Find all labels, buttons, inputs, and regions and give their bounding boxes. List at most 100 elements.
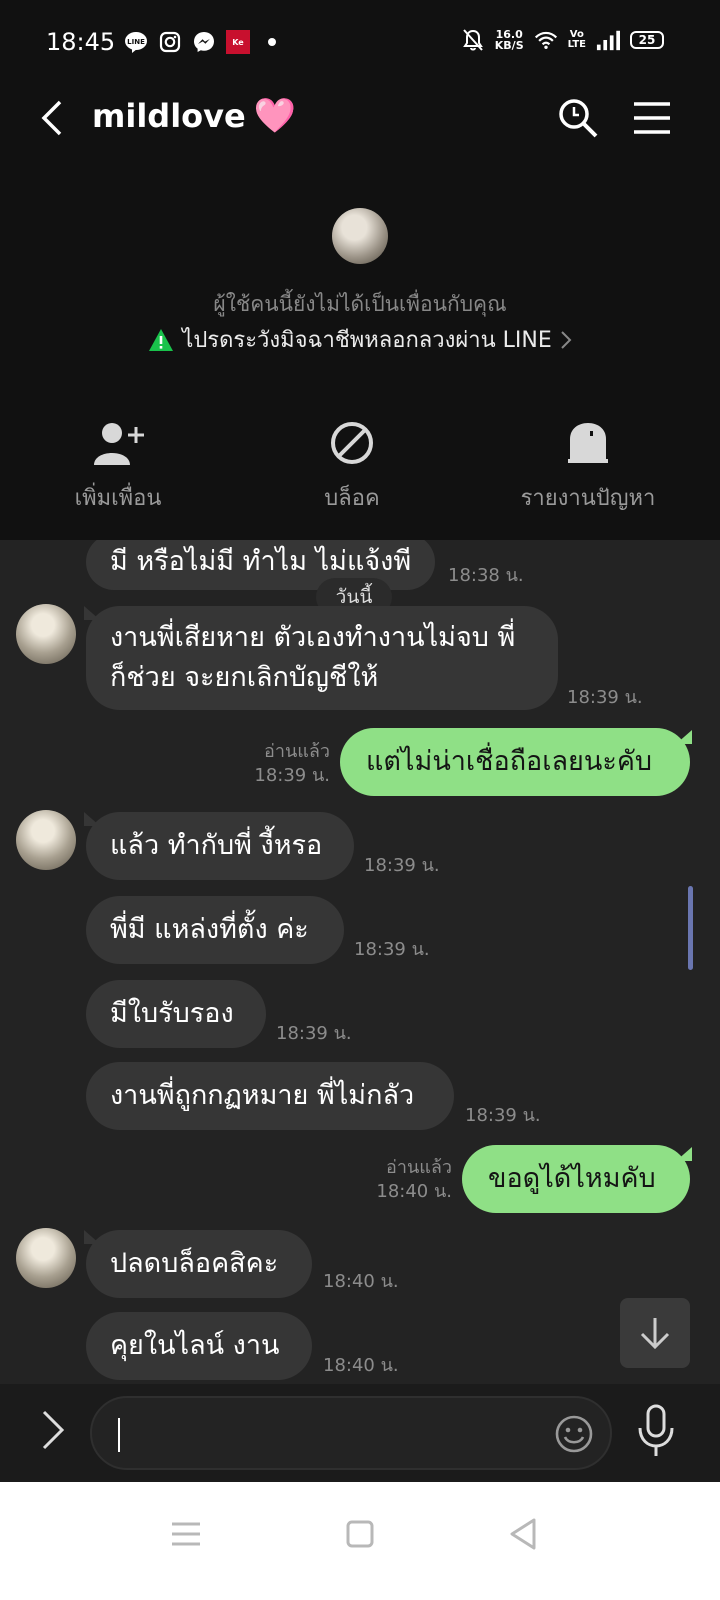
chevron-left-icon: [41, 100, 62, 136]
message-bubble-outgoing[interactable]: ขอดูได้ไหมคับ: [462, 1145, 690, 1213]
scroll-to-bottom-button[interactable]: [620, 1298, 690, 1368]
volte-bottom: LTE: [567, 39, 586, 50]
microphone-icon: [638, 1404, 674, 1456]
report-label: รายงานปัญหา: [520, 486, 656, 511]
not-friend-notice: ผู้ใช้คนนี้ยังไม่ได้เป็นเพื่อนกับคุณ: [213, 292, 507, 316]
message-time: 18:40 น.: [376, 1181, 452, 1202]
chat-title-text: mildlove: [92, 97, 246, 135]
message-bubble-incoming[interactable]: งานพี่เสียหาย ตัวเองทำงานไม่จบ พี่ ก็ช่ว…: [86, 606, 558, 710]
message-bubble-incoming[interactable]: แล้ว ทำกับพี่ งี้หรอ: [86, 812, 354, 880]
triangle-back-icon: [510, 1518, 536, 1550]
message-text: พี่มี แหล่งที่ตั้ง ค่ะ: [110, 914, 309, 945]
input-bar: [0, 1384, 720, 1482]
chat-header: mildlove 🩷 ผู้ใช้คนนี้ยังไม่ได้เป็นเพื่อ…: [0, 80, 720, 540]
back-button[interactable]: [36, 98, 76, 138]
hamburger-menu-icon: [634, 102, 670, 134]
add-friend-icon: [94, 423, 144, 465]
message-text: มี หรือไม่มี ทำไม ไม่แจ้งพี: [110, 546, 412, 577]
kerry-app-icon: Ke: [226, 30, 250, 54]
block-icon: [331, 422, 373, 464]
voice-message-button[interactable]: [636, 1402, 676, 1460]
warning-icon: [149, 328, 174, 351]
notification-icons: LINE Ke: [124, 30, 284, 54]
menu-button[interactable]: [632, 96, 672, 140]
volte-indicator: Vo LTE: [568, 30, 586, 50]
speed-unit: KB/S: [494, 39, 524, 52]
emoji-button[interactable]: [554, 1414, 594, 1454]
message-time: 18:39 น.: [254, 765, 330, 786]
add-friend-button[interactable]: เพิ่มเพื่อน: [18, 416, 218, 515]
message-bubble-incoming[interactable]: พี่มี แหล่งที่ตั้ง ค่ะ: [86, 896, 344, 964]
message-text: มีใบรับรอง: [110, 998, 234, 1029]
message-text: คุยในไลน์ งาน: [110, 1330, 280, 1361]
message-list[interactable]: มี หรือไม่มี ทำไม ไม่แจ้งพี 18:38 น. วัน…: [0, 540, 720, 1408]
message-bubble-incoming[interactable]: ปลดบล็อคสิคะ: [86, 1230, 312, 1298]
message-bubble-incoming[interactable]: มีใบรับรอง: [86, 980, 266, 1048]
message-time: 18:39 น.: [567, 687, 643, 708]
chevron-right-icon: [42, 1410, 65, 1450]
message-text: ปลดบล็อคสิคะ: [110, 1248, 279, 1279]
read-receipt: อ่านแล้ว 18:40 น.: [362, 1156, 452, 1204]
message-time: 18:40 น.: [323, 1271, 399, 1292]
arrow-down-icon: [640, 1318, 670, 1350]
message-time: 18:39 น.: [276, 1023, 352, 1044]
sender-avatar[interactable]: [16, 604, 76, 664]
wifi-icon: [534, 28, 558, 52]
battery-icon: 25: [630, 31, 664, 49]
signal-icon: [596, 28, 620, 52]
message-bubble-outgoing[interactable]: แต่ไม่น่าเชื่อถือเลยนะคับ: [340, 728, 690, 796]
message-time: 18:38 น.: [448, 565, 524, 586]
report-icon: [568, 423, 608, 463]
system-navigation-bar: [0, 1482, 720, 1600]
message-time: 18:39 น.: [465, 1105, 541, 1126]
chat-title: mildlove 🩷: [92, 96, 296, 136]
sender-avatar[interactable]: [16, 1228, 76, 1288]
status-time: 18:45: [46, 28, 116, 56]
read-receipt: อ่านแล้ว 18:39 น.: [240, 740, 330, 788]
scam-warning-link[interactable]: ไปรดระวังมิจฉาชีพหลอกลวงผ่าน LINE: [0, 322, 720, 357]
friend-actions: เพิ่มเพื่อน บล็อค รายงานปัญหา: [0, 416, 720, 516]
mute-bell-icon: [461, 28, 485, 52]
block-label: บล็อค: [324, 486, 380, 511]
message-text: แล้ว ทำกับพี่ งี้หรอ: [110, 830, 323, 861]
read-label: อ่านแล้ว: [386, 1157, 452, 1178]
dot-icon: [260, 30, 284, 54]
system-icons: 16.0 KB/S Vo LTE 25: [461, 28, 664, 52]
message-time: 18:39 น.: [354, 939, 430, 960]
sender-avatar[interactable]: [16, 810, 76, 870]
report-button[interactable]: รายงานปัญหา: [488, 416, 688, 515]
read-label: อ่านแล้ว: [264, 741, 330, 762]
system-back-button[interactable]: [504, 1514, 544, 1554]
square-icon: [346, 1520, 374, 1548]
svg-text:Ke: Ke: [232, 38, 244, 47]
expand-menu-button[interactable]: [38, 1408, 68, 1452]
status-bar: 18:45 LINE Ke 16.0 KB/S Vo LTE 25: [0, 0, 720, 80]
recent-apps-button[interactable]: [166, 1514, 206, 1554]
text-caret: [118, 1418, 120, 1452]
message-bubble-incoming[interactable]: งานพี่ถูกกฏหมาย พี่ไม่กลัว: [86, 1062, 454, 1130]
svg-text:LINE: LINE: [127, 38, 145, 46]
block-button[interactable]: บล็อค: [252, 416, 452, 515]
message-text-line2: ก็ช่วย จะยกเลิกบัญชีให้: [110, 662, 379, 693]
message-time: 18:39 น.: [364, 855, 440, 876]
instagram-icon: [158, 30, 182, 54]
message-text: แต่ไม่น่าเชื่อถือเลยนะคับ: [366, 746, 653, 777]
heart-emoji: 🩷: [253, 96, 297, 136]
search-button[interactable]: [556, 96, 600, 140]
message-text: ขอดูได้ไหมคับ: [488, 1163, 656, 1194]
search-icon: [559, 99, 598, 138]
line-app-icon: LINE: [124, 30, 148, 54]
emoji-icon: [555, 1415, 593, 1453]
menu-lines-icon: [172, 1522, 200, 1546]
scrollbar-thumb[interactable]: [688, 886, 693, 970]
message-input[interactable]: [90, 1396, 612, 1470]
profile-avatar[interactable]: [332, 208, 388, 264]
message-text: งานพี่เสียหาย ตัวเองทำงานไม่จบ พี่: [110, 622, 516, 653]
message-time: 18:40 น.: [323, 1355, 399, 1376]
message-text: งานพี่ถูกกฏหมาย พี่ไม่กลัว: [110, 1080, 415, 1111]
warning-text: ไปรดระวังมิจฉาชีพหลอกลวงผ่าน LINE: [182, 328, 552, 353]
message-bubble-incoming[interactable]: คุยในไลน์ งาน: [86, 1312, 312, 1380]
chevron-right-icon: [561, 330, 572, 349]
add-friend-label: เพิ่มเพื่อน: [74, 486, 162, 511]
home-button[interactable]: [340, 1514, 380, 1554]
